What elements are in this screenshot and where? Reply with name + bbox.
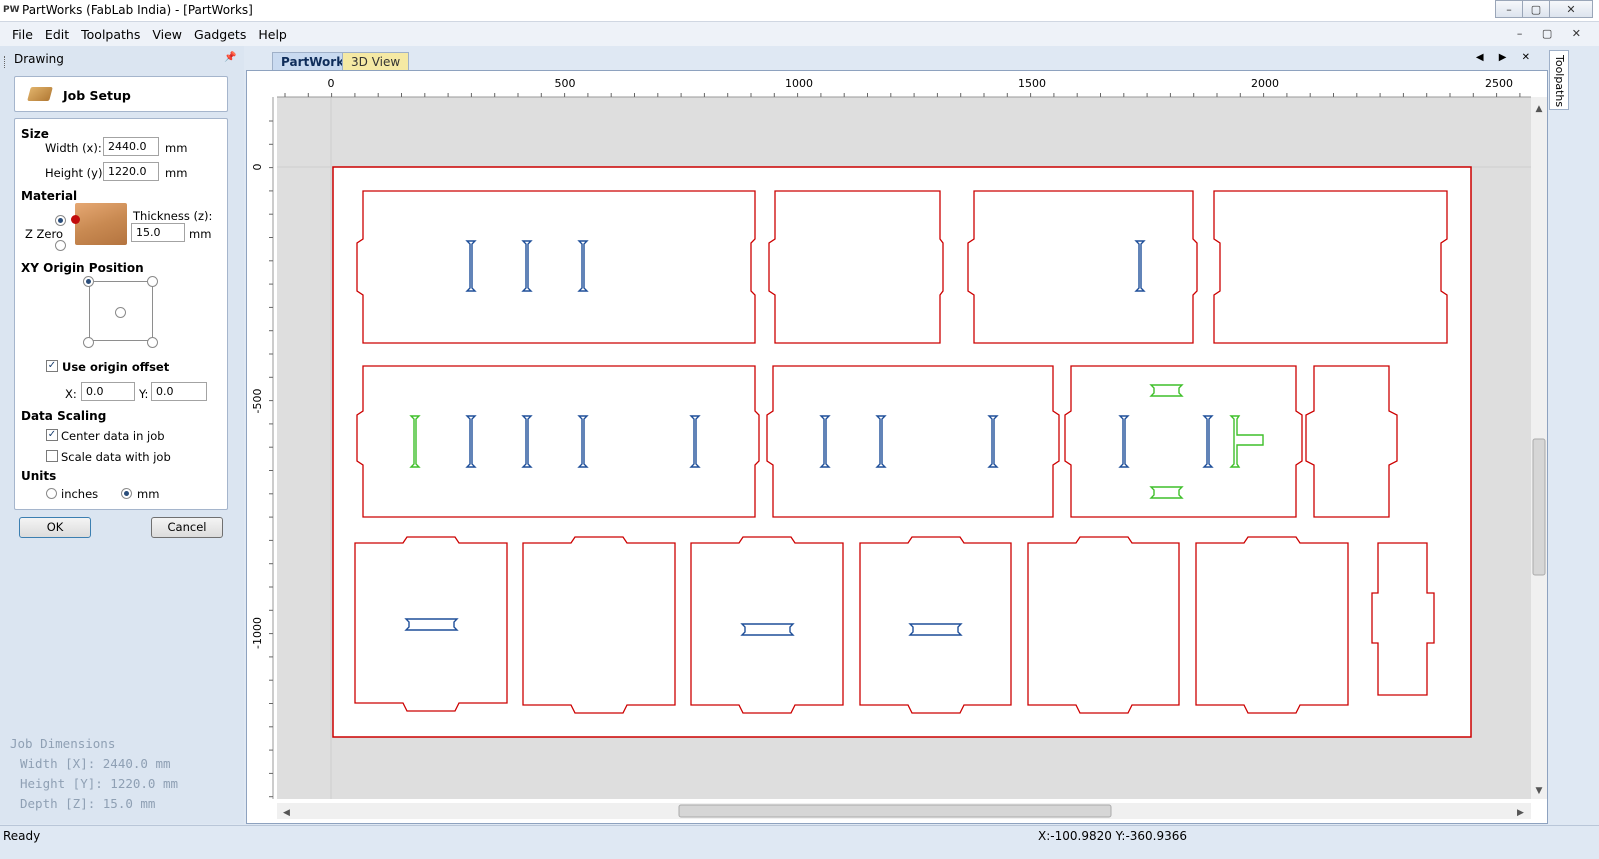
tab-navigation[interactable]: ◀ ▶ ✕: [1476, 52, 1536, 63]
xy-origin-section-title: XY Origin Position: [21, 261, 144, 275]
data-scaling-section-title: Data Scaling: [21, 409, 107, 423]
origin-bottom-left-radio[interactable]: [83, 337, 94, 348]
origin-top-left-radio[interactable]: [83, 276, 94, 287]
window-title: PartWorks (FabLab India) - [PartWorks]: [22, 3, 253, 17]
origin-center-radio[interactable]: [115, 307, 126, 318]
cancel-button[interactable]: Cancel: [151, 517, 223, 538]
thickness-unit: mm: [189, 227, 212, 241]
scroll-right-arrow-icon[interactable]: ▶: [1517, 808, 1524, 818]
job-width-readout: Width [X]: 2440.0 mm: [20, 756, 171, 771]
panel-header: Drawing 📌: [0, 50, 244, 68]
ruler-corner: [247, 71, 277, 97]
ruler-label-1000: 1000: [785, 77, 813, 90]
vertical-ruler: [247, 71, 273, 799]
job-depth-readout: Depth [Z]: 15.0 mm: [20, 796, 156, 811]
center-data-checkbox[interactable]: ✓: [46, 429, 58, 441]
cursor-coordinates: X:-100.9820 Y:-360.9366: [1038, 829, 1188, 843]
width-label: Width (x):: [45, 141, 102, 155]
width-input[interactable]: [103, 137, 159, 156]
view-tabs: PartWorks 3D View ◀ ▶ ✕: [246, 50, 1548, 72]
y-offset-label: Y:: [139, 387, 149, 401]
scroll-down-arrow-icon[interactable]: ▼: [1536, 786, 1543, 796]
use-origin-offset-label: Use origin offset: [62, 360, 170, 374]
material-preview-image: [75, 203, 127, 245]
job-dimensions: Job Dimensions Width [X]: 2440.0 mm Heig…: [10, 734, 178, 814]
menu-bar: File Edit Toolpaths View Gadgets Help – …: [0, 22, 1599, 46]
zzero-bottom-radio[interactable]: [55, 240, 66, 251]
maximize-button[interactable]: ▢: [1522, 0, 1550, 18]
drawing-panel: Drawing 📌 Job Setup Size Width (x): mm H…: [0, 46, 244, 824]
grip-handle[interactable]: [4, 56, 7, 68]
minimize-button[interactable]: –: [1495, 0, 1523, 18]
job-dimensions-heading: Job Dimensions: [10, 736, 116, 751]
app-icon: PW: [3, 5, 20, 15]
vertical-scroll-thumb[interactable]: [1532, 438, 1546, 576]
menu-view[interactable]: View: [146, 27, 188, 42]
drawing-canvas-frame: 500 0 1000 1500 2000 2500 0 -500 -1000 ▲…: [246, 70, 1548, 824]
title-bar: PW PartWorks (FabLab India) - [PartWorks…: [0, 0, 1599, 22]
pin-icon[interactable]: 📌: [224, 52, 236, 63]
horizontal-ruler: [247, 71, 1531, 97]
ruler-label-2000: 2000: [1251, 77, 1279, 90]
mdi-controls[interactable]: – ▢ ✕: [1517, 27, 1589, 40]
ruler-label-500: 500: [555, 77, 576, 90]
units-mm-radio[interactable]: [121, 488, 132, 499]
ruler-label-0: 0: [328, 77, 335, 90]
ruler-label-1500: 1500: [1018, 77, 1046, 90]
thickness-label: Thickness (z):: [133, 209, 213, 223]
tab-3d-view[interactable]: 3D View: [342, 52, 410, 71]
height-unit: mm: [165, 166, 188, 180]
units-mm-label: mm: [137, 487, 160, 501]
width-unit: mm: [165, 141, 188, 155]
scroll-up-arrow-icon[interactable]: ▲: [1536, 104, 1543, 114]
height-label: Height (y):: [45, 166, 107, 180]
menu-toolpaths[interactable]: Toolpaths: [75, 27, 146, 42]
status-text: Ready: [3, 829, 41, 843]
height-input[interactable]: [103, 162, 159, 181]
origin-top-right-radio[interactable]: [147, 276, 158, 287]
scale-data-label: Scale data with job: [61, 450, 171, 464]
zzero-label: Z Zero: [25, 227, 63, 241]
thickness-input[interactable]: [131, 223, 185, 242]
ok-button[interactable]: OK: [19, 517, 91, 538]
menu-help[interactable]: Help: [252, 27, 293, 42]
drawing-canvas[interactable]: 500 0 1000 1500 2000 2500 0 -500 -1000 ▲…: [247, 71, 1547, 823]
toolpaths-side-tab-label: Toolpaths: [1553, 55, 1566, 108]
menu-edit[interactable]: Edit: [39, 27, 75, 42]
center-data-label: Center data in job: [61, 429, 165, 443]
material-block-icon: [27, 87, 53, 101]
ruler-label-v-1000: -1000: [251, 617, 264, 649]
toolpaths-side-tab[interactable]: Toolpaths: [1549, 50, 1569, 110]
ruler-label-v-500: -500: [251, 389, 264, 414]
units-inches-label: inches: [61, 487, 99, 501]
job-setup-header: Job Setup: [14, 76, 228, 112]
zzero-marker-icon: [71, 215, 80, 224]
job-sheet-boundary[interactable]: [332, 166, 1472, 738]
close-button[interactable]: ✕: [1549, 0, 1593, 18]
ruler-label-2500: 2500: [1485, 77, 1513, 90]
size-section-title: Size: [21, 127, 49, 141]
use-origin-offset-checkbox[interactable]: ✓: [46, 360, 58, 372]
status-bar: Ready X:-100.9820 Y:-360.9366: [0, 825, 1599, 859]
units-section-title: Units: [21, 469, 57, 483]
job-setup-form: Size Width (x): mm Height (y): mm Materi…: [14, 118, 228, 510]
window-controls: – ▢ ✕: [1495, 0, 1593, 18]
job-height-readout: Height [Y]: 1220.0 mm: [20, 776, 179, 791]
menu-gadgets[interactable]: Gadgets: [188, 27, 252, 42]
zzero-top-radio[interactable]: [55, 215, 66, 226]
scroll-left-arrow-icon[interactable]: ◀: [283, 808, 290, 818]
panel-title: Drawing: [14, 52, 64, 66]
x-offset-label: X:: [65, 387, 77, 401]
units-inches-radio[interactable]: [46, 488, 57, 499]
scale-data-checkbox[interactable]: [46, 450, 58, 462]
material-section-title: Material: [21, 189, 78, 203]
horizontal-scroll-thumb[interactable]: [678, 804, 1112, 818]
job-setup-title: Job Setup: [63, 88, 131, 103]
x-offset-input[interactable]: [81, 382, 135, 401]
ruler-label-v-0: 0: [251, 164, 264, 171]
menu-file[interactable]: File: [6, 27, 39, 42]
y-offset-input[interactable]: [151, 382, 207, 401]
origin-bottom-right-radio[interactable]: [147, 337, 158, 348]
